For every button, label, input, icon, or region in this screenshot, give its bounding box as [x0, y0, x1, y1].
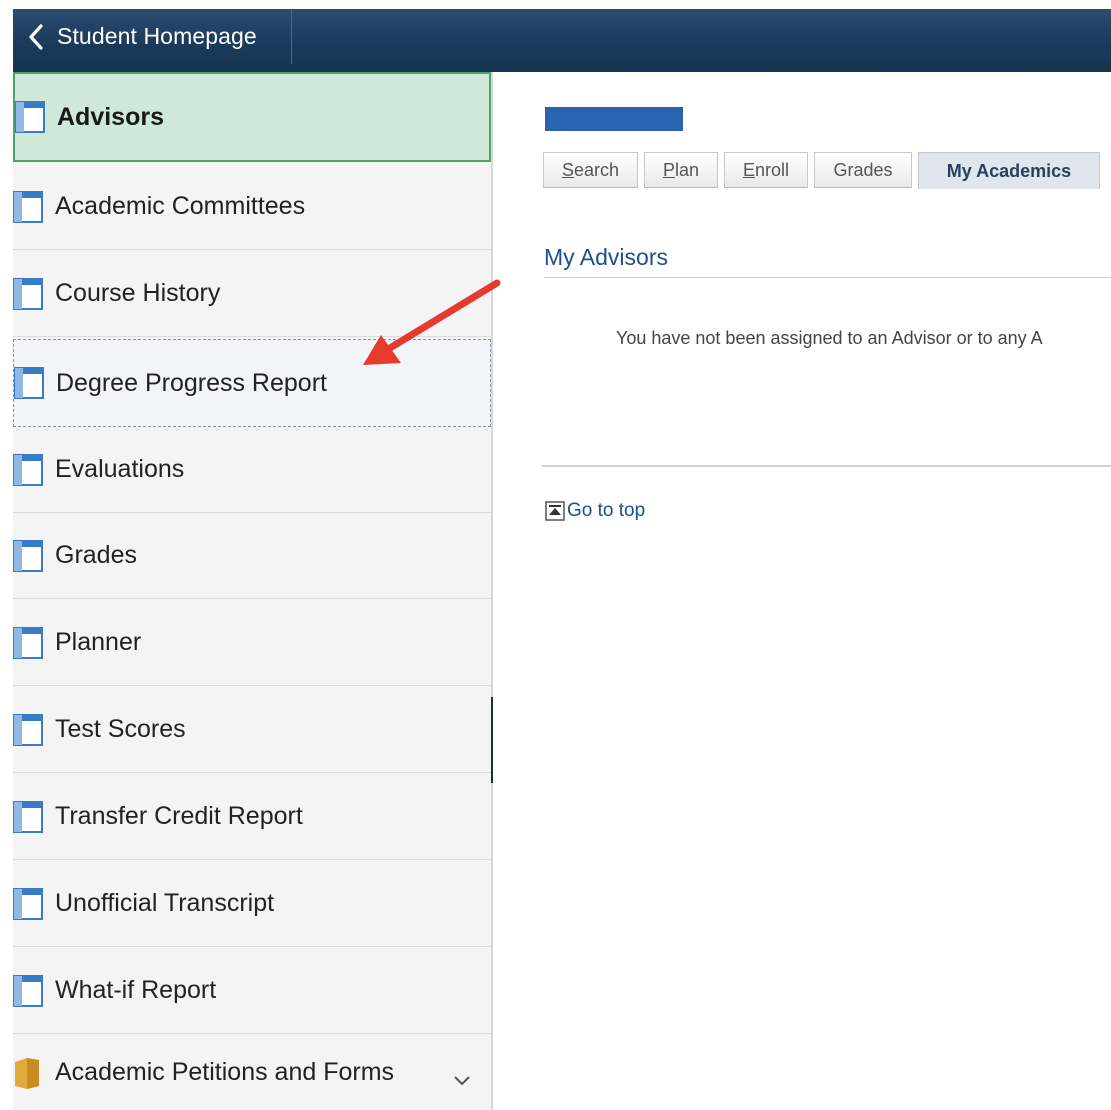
section-title-my-advisors: My Advisors: [544, 244, 668, 270]
page-icon: [13, 190, 43, 223]
sidebar-item-label: Academic Petitions and Forms: [55, 1058, 395, 1086]
sidebar-item-planner[interactable]: Planner: [13, 600, 491, 686]
sidebar-nav: Advisors Academic Committees Course Hist…: [13, 72, 493, 1110]
page-icon: [13, 887, 43, 920]
sidebar-item-label: Grades: [55, 541, 137, 569]
left-edge: [0, 0, 13, 1110]
chevron-down-icon[interactable]: [453, 1065, 471, 1094]
sidebar-item-academic-committees[interactable]: Academic Committees: [13, 164, 491, 250]
sidebar-item-label: Test Scores: [55, 715, 186, 743]
tab-search[interactable]: Search: [543, 152, 638, 188]
academics-tabs: Search Plan Enroll Grades My Academics: [543, 152, 1106, 189]
back-button-label: Student Homepage: [57, 23, 257, 49]
sidebar-item-label: Course History: [55, 279, 221, 307]
back-to-student-homepage-button[interactable]: Student Homepage: [13, 9, 292, 64]
top-header-bar: Student Homepage: [13, 9, 1111, 72]
sidebar-item-evaluations[interactable]: Evaluations: [13, 427, 491, 513]
sidebar-item-label: Planner: [55, 628, 142, 656]
sidebar-item-label: Transfer Credit Report: [55, 802, 303, 830]
chevron-left-icon: [19, 23, 53, 50]
tab-plan[interactable]: Plan: [644, 152, 718, 188]
go-to-top-icon: [545, 501, 565, 521]
sidebar-item-label: Degree Progress Report: [56, 368, 327, 397]
sidebar-item-academic-petitions-and-forms[interactable]: Academic Petitions and Forms: [13, 1035, 491, 1110]
page-title-bar: [545, 107, 683, 131]
go-to-top-label: Go to top: [567, 500, 646, 521]
sidebar-item-label: Academic Committees: [55, 192, 306, 220]
page-icon: [13, 800, 43, 833]
page-icon: [13, 713, 43, 746]
content-divider: [542, 465, 1111, 467]
go-to-top-link[interactable]: Go to top: [545, 500, 645, 522]
sidebar-item-label: Evaluations: [55, 455, 185, 483]
sidebar-item-transfer-credit-report[interactable]: Transfer Credit Report: [13, 774, 491, 860]
sidebar-item-label: Unofficial Transcript: [55, 889, 275, 917]
page-icon: [13, 453, 43, 486]
sidebar-item-course-history[interactable]: Course History: [13, 251, 491, 337]
page-icon: [13, 539, 43, 572]
page-icon: [15, 101, 45, 133]
tab-enroll[interactable]: Enroll: [724, 152, 808, 188]
tab-grades[interactable]: Grades: [814, 152, 912, 188]
sidebar-item-what-if-report[interactable]: What-if Report: [13, 948, 491, 1034]
section-title-divider: [544, 277, 1111, 278]
folder-icon: [15, 1057, 39, 1089]
page-icon: [13, 974, 43, 1007]
sidebar-item-test-scores[interactable]: Test Scores: [13, 687, 491, 773]
page-icon: [13, 626, 43, 659]
sidebar-item-label: What-if Report: [55, 976, 217, 1004]
page-icon: [14, 367, 44, 399]
sidebar-item-advisors[interactable]: Advisors: [13, 72, 491, 162]
no-advisor-message: You have not been assigned to an Advisor…: [616, 328, 1043, 348]
sidebar-item-grades[interactable]: Grades: [13, 513, 491, 599]
main-content: Search Plan Enroll Grades My Academics M…: [493, 72, 1111, 1110]
tab-my-academics[interactable]: My Academics: [918, 152, 1100, 189]
sidebar-item-unofficial-transcript[interactable]: Unofficial Transcript: [13, 861, 491, 947]
sidebar-item-label: Advisors: [57, 102, 164, 131]
sidebar-item-degree-progress-report[interactable]: Degree Progress Report: [13, 339, 491, 427]
page-icon: [13, 277, 43, 310]
